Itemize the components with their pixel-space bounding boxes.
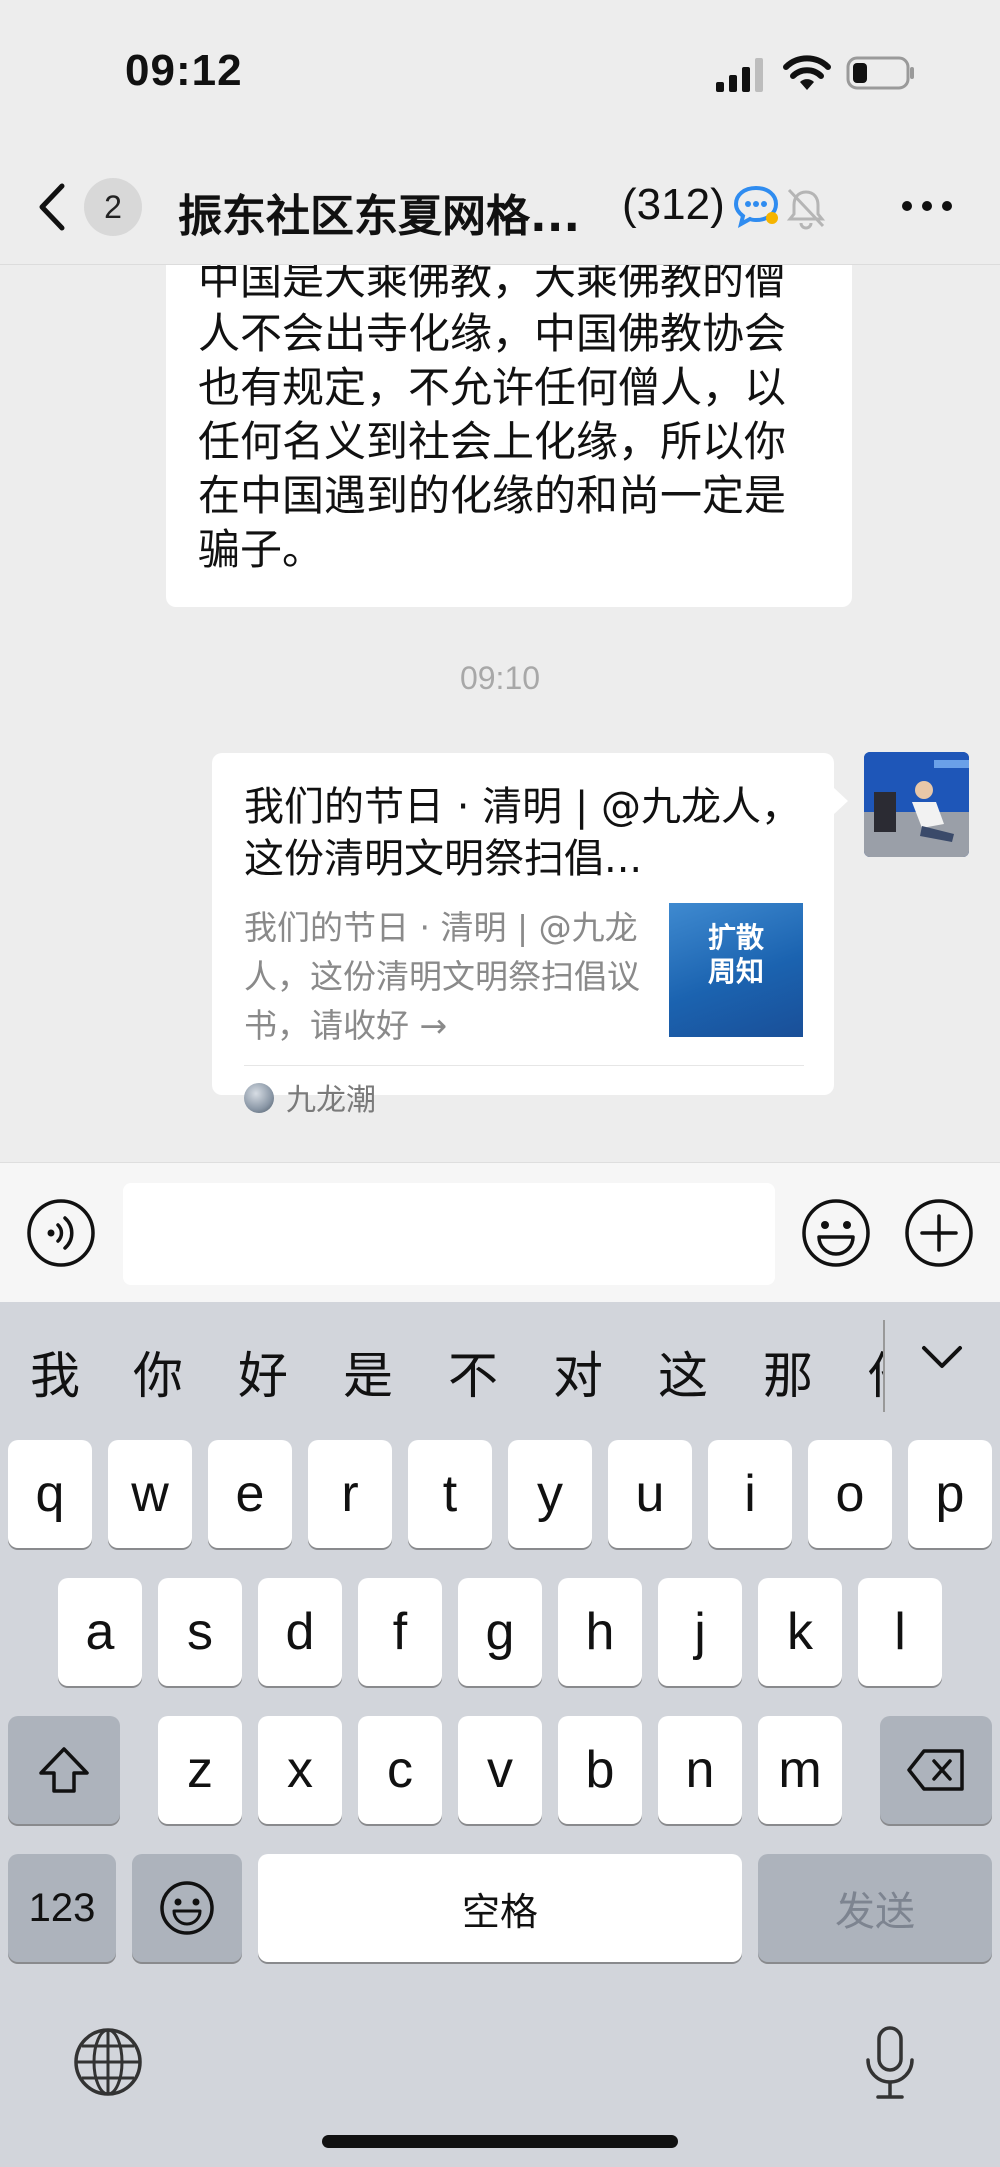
status-bar: 09:12 <box>0 0 1000 150</box>
numbers-key[interactable]: 123 <box>8 1854 116 1962</box>
numbers-key-label: 123 <box>28 1885 96 1930</box>
key-x[interactable]: x <box>258 1716 342 1824</box>
key-m[interactable]: m <box>758 1716 842 1824</box>
key-k[interactable]: k <box>758 1578 842 1686</box>
key-w[interactable]: w <box>108 1440 192 1548</box>
key-z[interactable]: z <box>158 1716 242 1824</box>
candidate-word[interactable]: 是 <box>343 1336 393 1408</box>
candidate-word[interactable]: 你 <box>133 1336 183 1408</box>
key-c[interactable]: c <box>358 1716 442 1824</box>
space-key[interactable]: 空格 <box>258 1854 742 1962</box>
message-timestamp: 09:10 <box>459 660 541 696</box>
candidate-word[interactable]: 好 <box>238 1336 288 1408</box>
emoji-icon[interactable] <box>801 1198 871 1268</box>
more-icon[interactable] <box>900 198 954 214</box>
link-card-title: 我们的节日 · 清明 | @九龙人，这份清明文明祭扫倡... <box>244 784 802 882</box>
candidate-word[interactable]: 我 <box>30 1336 80 1408</box>
candidate-word[interactable]: 那 <box>763 1336 813 1408</box>
cellular-signal-icon <box>716 58 763 92</box>
message-input[interactable] <box>123 1183 775 1285</box>
key-u[interactable]: u <box>608 1440 692 1548</box>
key-e[interactable]: e <box>208 1440 292 1548</box>
send-key[interactable]: 发送 <box>758 1854 992 1962</box>
candidate-bar: 我 你 好 是 不 对 这 那 他 <box>0 1302 1000 1432</box>
key-s[interactable]: s <box>158 1578 242 1686</box>
candidate-word[interactable]: 对 <box>553 1336 603 1408</box>
emoji-key[interactable] <box>132 1854 242 1962</box>
key-l[interactable]: l <box>858 1578 942 1686</box>
text-message-bubble[interactable]: 中国是大乘佛教，大乘佛教的僧人不会出寺化缘，中国佛教协会也有规定，不允许任何僧人… <box>166 265 852 607</box>
key-g[interactable]: g <box>458 1578 542 1686</box>
input-bar <box>0 1162 1000 1302</box>
key-v[interactable]: v <box>458 1716 542 1824</box>
candidate-word[interactable]: 他 <box>868 1336 884 1408</box>
chevron-down-icon[interactable] <box>918 1342 966 1372</box>
member-count: (312) <box>622 180 725 229</box>
candidate-separator <box>883 1320 885 1412</box>
thumbnail-text: 扩散 周知 <box>707 921 764 988</box>
chevron-left-icon[interactable] <box>36 182 70 232</box>
key-o[interactable]: o <box>808 1440 892 1548</box>
key-j[interactable]: j <box>658 1578 742 1686</box>
keyboard: 我 你 好 是 不 对 这 那 他 q w e r t y u i o p a … <box>0 1302 1000 2167</box>
candidate-word[interactable]: 这 <box>658 1336 708 1408</box>
voice-icon[interactable] <box>26 1198 96 1268</box>
unread-badge[interactable]: 2 <box>84 178 142 236</box>
key-a[interactable]: a <box>58 1578 142 1686</box>
link-card-thumbnail: 扩散 周知 <box>669 903 803 1037</box>
bell-slash-icon <box>786 188 826 230</box>
shift-icon <box>39 1747 89 1793</box>
source-avatar <box>244 1083 274 1113</box>
link-card-description: 我们的节日 · 清明 | @九龙人，这份清明文明祭扫倡议书，请收好 → <box>244 908 640 1045</box>
key-h[interactable]: h <box>558 1578 642 1686</box>
delete-key[interactable] <box>880 1716 992 1824</box>
message-list[interactable]: 中国是大乘佛教，大乘佛教的僧人不会出寺化缘，中国佛教协会也有规定，不允许任何僧人… <box>0 265 1000 1162</box>
shift-key[interactable] <box>8 1716 120 1824</box>
key-d[interactable]: d <box>258 1578 342 1686</box>
key-r[interactable]: r <box>308 1440 392 1548</box>
emoji-icon <box>160 1881 214 1935</box>
key-y[interactable]: y <box>508 1440 592 1548</box>
key-t[interactable]: t <box>408 1440 492 1548</box>
link-card-source: 九龙潮 <box>286 1083 376 1118</box>
key-p[interactable]: p <box>908 1440 992 1548</box>
link-card-message[interactable]: 我们的节日 · 清明 | @九龙人，这份清明文明祭扫倡... 我们的节日 · 清… <box>212 753 848 1118</box>
key-i[interactable]: i <box>708 1440 792 1548</box>
key-n[interactable]: n <box>658 1716 742 1824</box>
key-b[interactable]: b <box>558 1716 642 1824</box>
key-f[interactable]: f <box>358 1578 442 1686</box>
plus-icon[interactable] <box>904 1198 974 1268</box>
microphone-icon[interactable] <box>862 2024 918 2104</box>
globe-icon[interactable] <box>72 2026 144 2098</box>
chat-bubble-icon[interactable] <box>732 184 780 230</box>
chat-title: 振东社区东夏网格... <box>178 191 581 242</box>
candidate-word[interactable]: 不 <box>448 1336 498 1408</box>
backspace-icon <box>907 1749 964 1791</box>
key-q[interactable]: q <box>8 1440 92 1548</box>
status-time: 09:12 <box>125 46 243 95</box>
battery-icon <box>846 56 914 90</box>
wifi-icon <box>783 55 831 90</box>
home-indicator[interactable] <box>322 2135 678 2148</box>
sender-avatar[interactable] <box>864 752 969 857</box>
chat-header: 2 振东社区东夏网格... (312) <box>0 150 1000 265</box>
card-divider <box>244 1065 804 1066</box>
